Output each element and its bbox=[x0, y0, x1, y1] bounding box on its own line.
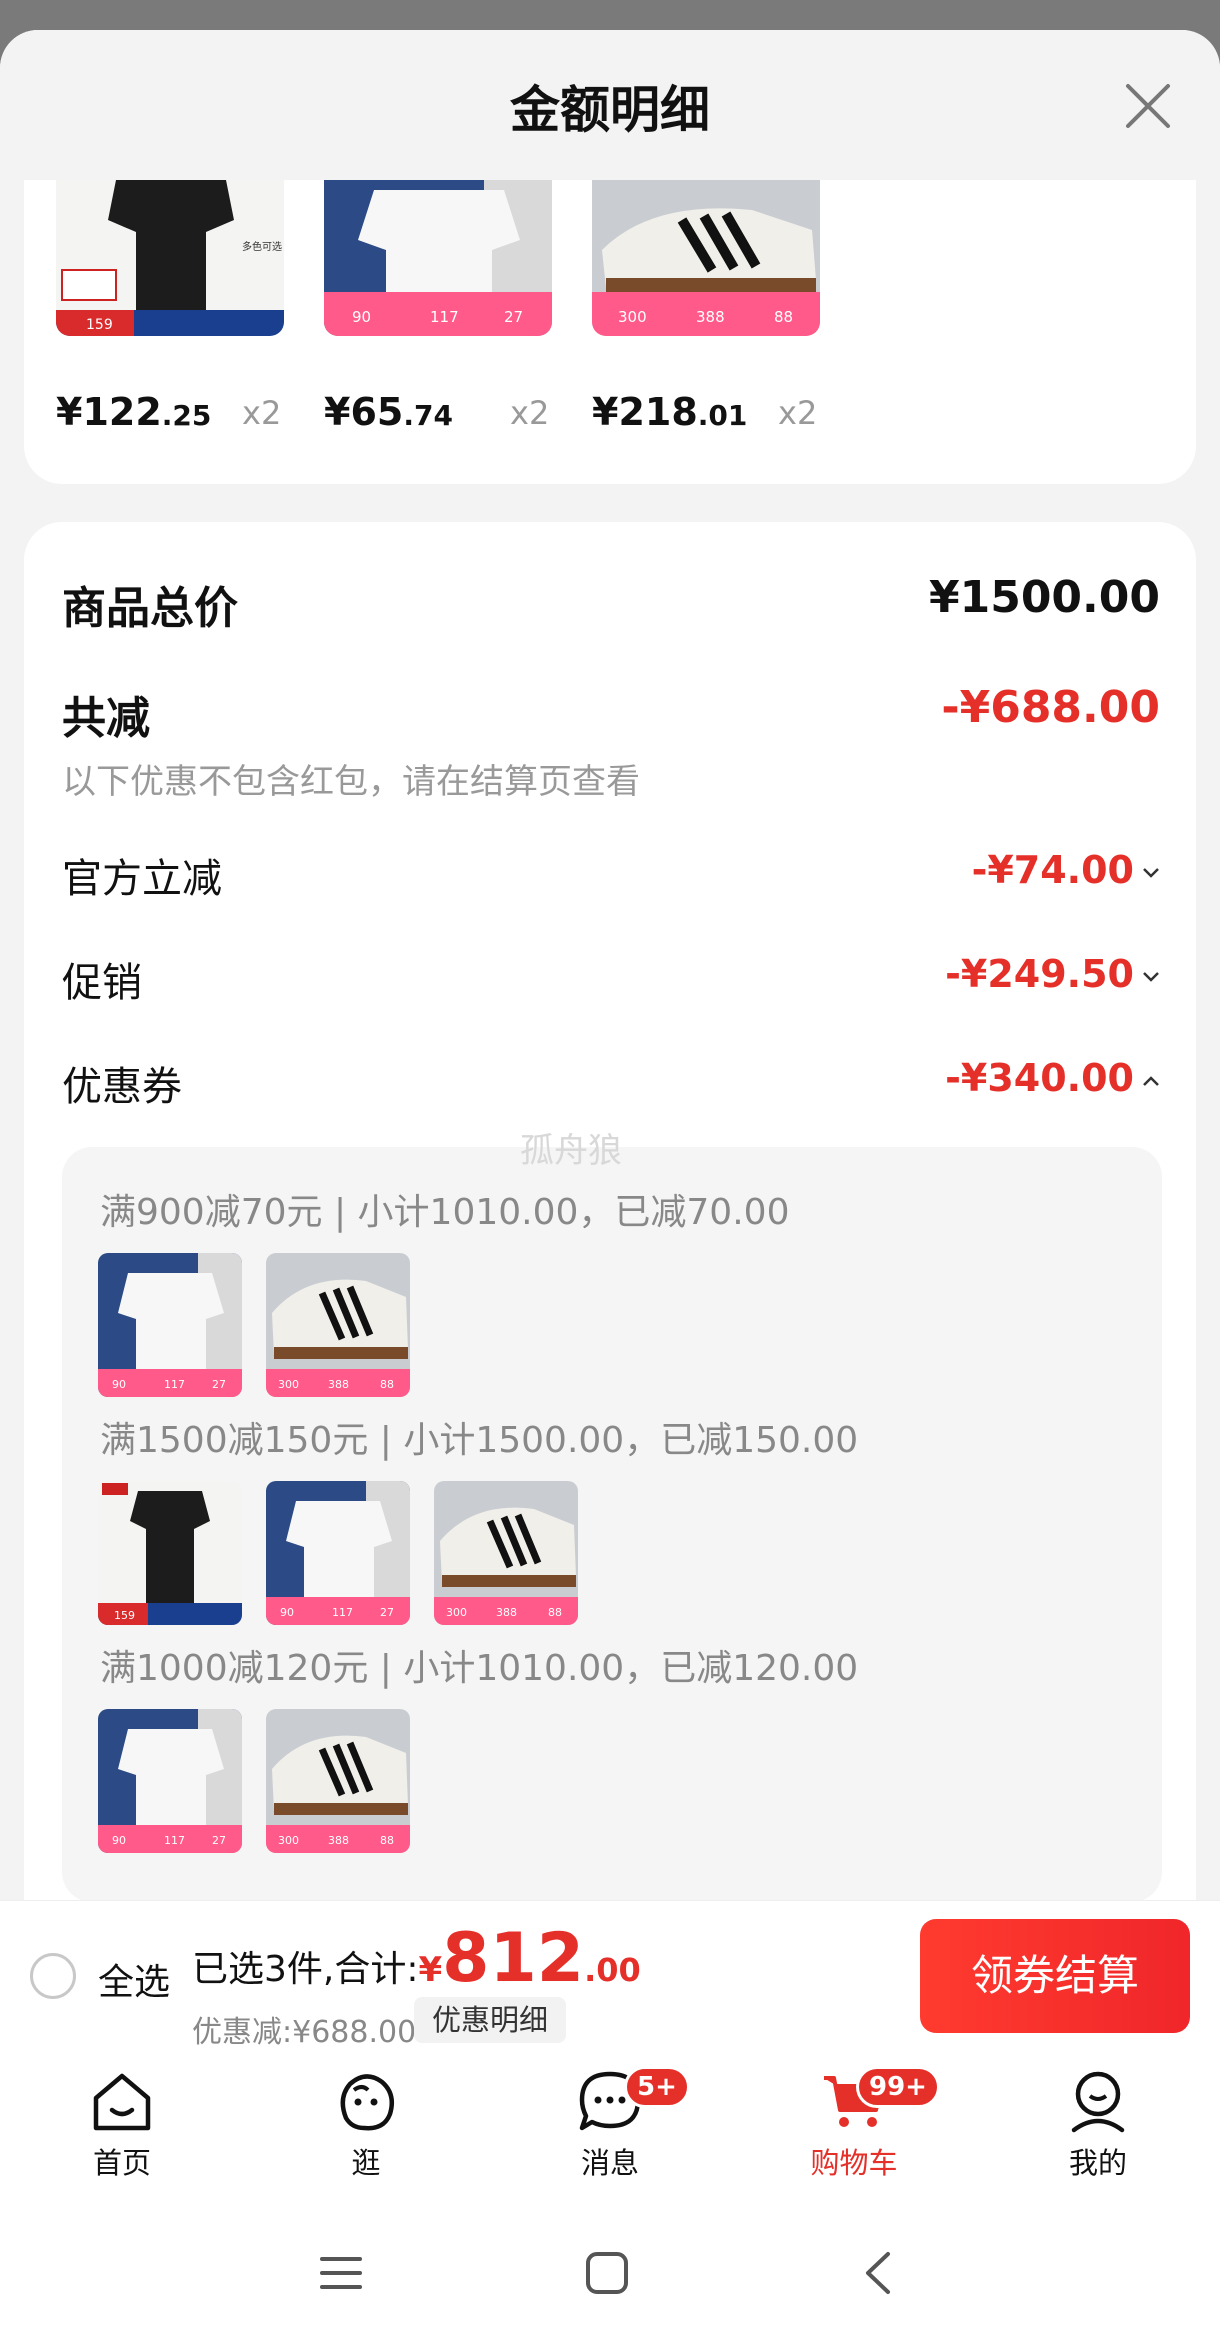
tab-home[interactable]: 首页 bbox=[42, 2068, 202, 2182]
svg-text:90: 90 bbox=[112, 1378, 126, 1391]
home-nav-button[interactable] bbox=[584, 2250, 630, 2300]
select-all-checkbox[interactable] bbox=[30, 1953, 76, 1999]
svg-text:90: 90 bbox=[280, 1606, 294, 1619]
product-image: 300 388 88 bbox=[592, 180, 820, 336]
svg-text:27: 27 bbox=[212, 1834, 226, 1847]
svg-text:27: 27 bbox=[504, 308, 523, 326]
svg-text:117: 117 bbox=[332, 1606, 353, 1619]
recent-apps-button[interactable] bbox=[318, 2250, 364, 2300]
discount-label: 优惠券 bbox=[62, 1064, 182, 1110]
svg-text:117: 117 bbox=[430, 308, 459, 326]
discount-detail-button[interactable]: 优惠明细 bbox=[414, 1997, 567, 2043]
discount-value: -¥74.00 bbox=[972, 848, 1160, 892]
product-price: ¥218.01 bbox=[592, 390, 748, 434]
discount-row-promotion[interactable]: 促销 -¥249.50 bbox=[62, 950, 1160, 1006]
tab-bar: 首页 逛 消息 5+ 购物车 99+ 我的 bbox=[0, 2050, 1220, 2210]
sheet-title: 金额明细 bbox=[510, 81, 710, 139]
product-thumbnail[interactable]: 300 388 88 bbox=[434, 1481, 578, 1625]
total-reduce-row: 共减 -¥688.00 bbox=[62, 682, 1160, 744]
back-icon bbox=[866, 2252, 890, 2294]
product-list-card: 159 多色可选 ¥122.25 x2 90 117 27 ¥65.74 x2 … bbox=[24, 180, 1196, 484]
svg-text:300: 300 bbox=[618, 308, 647, 326]
checkout-button[interactable]: 领券结算 bbox=[920, 1919, 1190, 2033]
coupon-rule-text: 满1500减150元 | 小计1500.00，已减150.00 bbox=[100, 1420, 859, 1461]
svg-text:388: 388 bbox=[496, 1606, 517, 1619]
message-badge: 5+ bbox=[624, 2066, 690, 2108]
discount-summary: 优惠减:¥688.00 bbox=[192, 2015, 417, 2050]
product-quantity: x2 bbox=[242, 394, 282, 432]
home-icon bbox=[93, 2073, 151, 2131]
chevron-up-icon bbox=[1143, 1075, 1159, 1086]
svg-text:90: 90 bbox=[352, 308, 371, 326]
svg-text:300: 300 bbox=[446, 1606, 467, 1619]
total-price-value: ¥1500.00 bbox=[928, 572, 1160, 623]
svg-text:388: 388 bbox=[696, 308, 725, 326]
product-image: 90 117 27 bbox=[324, 180, 552, 336]
svg-text:90: 90 bbox=[112, 1834, 126, 1847]
system-nav-bar bbox=[0, 2210, 1220, 2342]
price-summary-card: 商品总价 ¥1500.00 共减 -¥688.00 以下优惠不包含红包，请在结算… bbox=[24, 522, 1196, 2002]
svg-text:27: 27 bbox=[380, 1606, 394, 1619]
svg-text:300: 300 bbox=[278, 1834, 299, 1847]
square-icon bbox=[586, 2252, 628, 2294]
product-thumbnail[interactable]: 90 117 27 bbox=[98, 1709, 242, 1853]
watermark-text: 孤舟狼 bbox=[520, 1131, 622, 1171]
svg-text:88: 88 bbox=[380, 1834, 394, 1847]
svg-text:117: 117 bbox=[164, 1834, 185, 1847]
menu-icon bbox=[320, 2257, 362, 2289]
chevron-down-icon bbox=[1143, 867, 1159, 878]
reduce-note: 以下优惠不包含红包，请在结算页查看 bbox=[62, 762, 640, 802]
sheet-header: 金额明细 bbox=[0, 30, 1220, 180]
product-price: ¥122.25 bbox=[56, 390, 212, 434]
total-reduce-label: 共减 bbox=[62, 693, 150, 744]
tab-messages[interactable]: 消息 5+ bbox=[530, 2066, 690, 2182]
cart-badge: 99+ bbox=[856, 2066, 940, 2108]
product-price: ¥65.74 bbox=[324, 390, 453, 434]
svg-text:159: 159 bbox=[86, 317, 113, 333]
product-quantity: x2 bbox=[510, 394, 550, 432]
svg-text:多色可选: 多色可选 bbox=[242, 240, 282, 253]
total-reduce-value: -¥688.00 bbox=[941, 682, 1160, 733]
browse-face-icon bbox=[340, 2074, 394, 2131]
discount-value: -¥249.50 bbox=[945, 952, 1160, 996]
product-thumbnail[interactable]: 90 117 27 bbox=[98, 1253, 242, 1397]
select-all-label[interactable]: 全选 bbox=[98, 1953, 170, 2005]
svg-text:300: 300 bbox=[278, 1378, 299, 1391]
svg-text:27: 27 bbox=[212, 1378, 226, 1391]
svg-text:88: 88 bbox=[380, 1378, 394, 1391]
total-price-label: 商品总价 bbox=[62, 583, 238, 634]
svg-text:117: 117 bbox=[164, 1378, 185, 1391]
close-button[interactable] bbox=[1120, 78, 1176, 134]
svg-text:388: 388 bbox=[328, 1378, 349, 1391]
profile-icon bbox=[1071, 2071, 1125, 2133]
discount-label: 官方立减 bbox=[62, 856, 222, 902]
close-icon bbox=[1126, 84, 1170, 128]
discount-row-official[interactable]: 官方立减 -¥74.00 bbox=[62, 846, 1160, 902]
tab-browse[interactable]: 逛 bbox=[286, 2068, 446, 2182]
product-thumbnail[interactable]: 300 388 88 bbox=[266, 1253, 410, 1397]
chevron-down-icon bbox=[1143, 971, 1159, 982]
svg-text:388: 388 bbox=[328, 1834, 349, 1847]
coupon-detail-panel: 满900减70元 | 小计1010.00，已减70.00 90 117 27 300… bbox=[62, 1147, 1162, 1902]
svg-text:88: 88 bbox=[774, 308, 793, 326]
discount-label: 促销 bbox=[62, 960, 142, 1006]
checkout-bar: 全选 已选3件,合计:¥812.00 优惠减:¥688.00 优惠明细 领券结算 bbox=[0, 1900, 1220, 2050]
discount-value: -¥340.00 bbox=[945, 1056, 1160, 1100]
product-thumbnail[interactable]: 300 388 88 bbox=[266, 1709, 410, 1853]
product-quantity: x2 bbox=[778, 394, 818, 432]
product-thumbnail[interactable]: 159 bbox=[98, 1481, 242, 1625]
svg-text:159: 159 bbox=[114, 1609, 135, 1622]
discount-row-coupon[interactable]: 优惠券 -¥340.00 bbox=[62, 1054, 1160, 1110]
total-price-row: 商品总价 ¥1500.00 bbox=[62, 572, 1160, 634]
selected-total: 已选3件,合计:¥812.00 bbox=[192, 1919, 641, 1998]
coupon-rule-text: 满1000减120元 | 小计1010.00，已减120.00 bbox=[100, 1648, 859, 1689]
back-nav-button[interactable] bbox=[856, 2250, 902, 2300]
product-image: 159 多色可选 bbox=[56, 180, 284, 336]
tab-profile[interactable]: 我的 bbox=[1018, 2068, 1178, 2182]
coupon-rule-text: 满900减70元 | 小计1010.00，已减70.00 bbox=[100, 1192, 790, 1233]
svg-text:88: 88 bbox=[548, 1606, 562, 1619]
tab-cart[interactable]: 购物车 99+ bbox=[774, 2066, 940, 2182]
product-thumbnail[interactable]: 90 117 27 bbox=[266, 1481, 410, 1625]
